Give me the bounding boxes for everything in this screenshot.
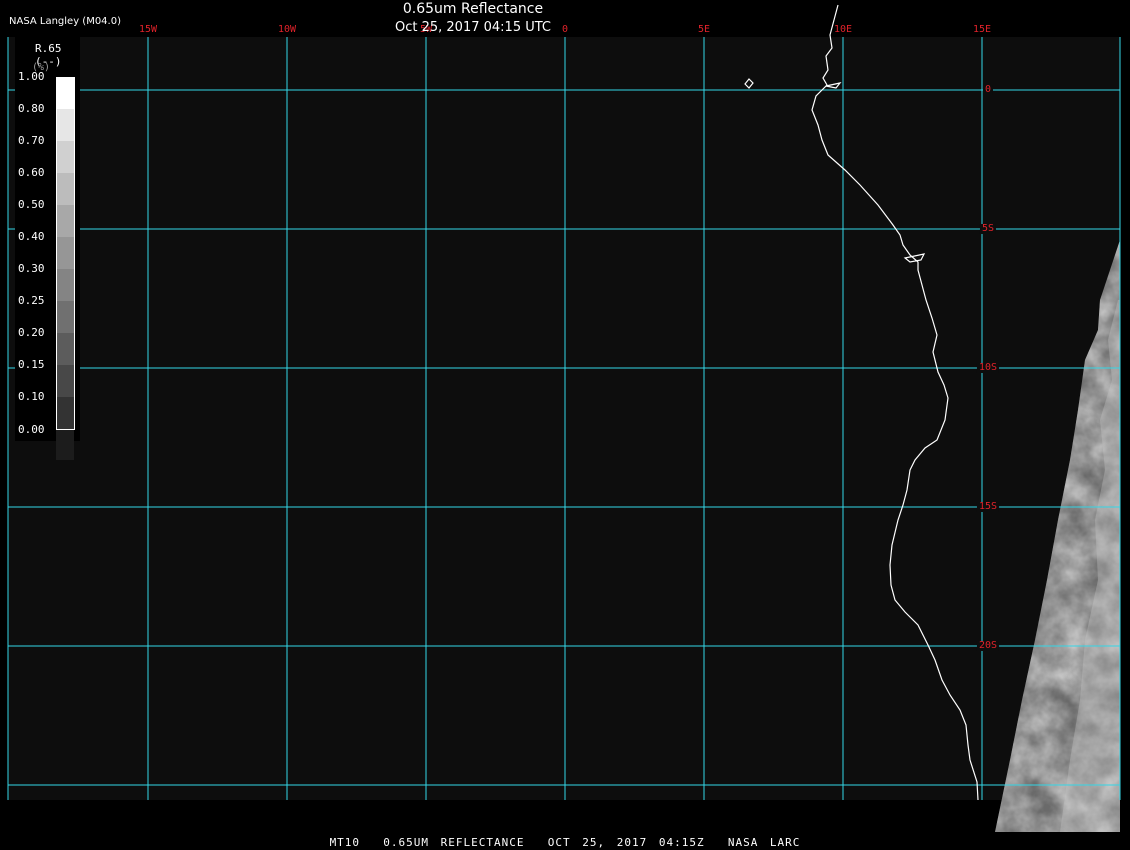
colorbar-swatch — [56, 237, 74, 269]
colorbar-tick-label: 0.70 — [18, 134, 45, 147]
colorbar-swatch — [56, 77, 74, 109]
colorbar-tick-label: 0.25 — [18, 294, 45, 307]
map-background — [8, 37, 1120, 800]
colorbar-swatch — [56, 397, 74, 429]
colorbar-swatch — [56, 333, 74, 365]
colorbar-tick-label: 0.80 — [18, 102, 45, 115]
colorbar-tick-label: 0.50 — [18, 198, 45, 211]
latitude-label: 0 — [982, 84, 994, 95]
colorbar-tick-label: 0.40 — [18, 230, 45, 243]
colorbar-tick-label: 0.30 — [18, 262, 45, 275]
colorbar-legend: R.65 (--) (%) 1.00 0.80 0.70 0.60 0.50 0.40 0.… — [15, 37, 80, 460]
colorbar-tick-label: 0.10 — [18, 390, 45, 403]
colorbar-swatch — [56, 429, 74, 460]
footer-caption: MT10 0.65UM REFLECTANCE OCT 25, 2017 04:… — [329, 836, 801, 849]
colorbar-swatch — [56, 109, 74, 141]
image-title: 0.65um Reflectance — [402, 1, 544, 17]
image-timestamp: Oct 25, 2017 04:15 UTC — [395, 20, 551, 35]
colorbar-tick-label: 0.60 — [18, 166, 45, 179]
colorbar-tick-label: 0.20 — [18, 326, 45, 339]
colorbar-variable: R.65 — [35, 42, 62, 55]
colorbar-swatch — [56, 141, 74, 173]
colorbar-tick-label: 1.00 — [18, 70, 45, 83]
longitude-label: 15E — [972, 24, 992, 35]
colorbar-swatch — [56, 173, 74, 205]
colorbar-swatch — [56, 205, 74, 237]
latitude-label: 10S — [976, 362, 1000, 373]
colorbar-tick-label: 0.00 — [18, 423, 45, 436]
satellite-image-viewer: 15W 10W 5W 0 5E 10E 15E 0 5S 10S 15S 20S NASA Lang… — [0, 0, 1130, 850]
colorbar-swatch — [56, 301, 74, 333]
colorbar-tick-label: 0.15 — [18, 358, 45, 371]
latitude-label: 20S — [976, 640, 1000, 651]
map-panel[interactable] — [0, 0, 1130, 850]
colorbar-swatch — [56, 269, 74, 301]
colorbar-swatch — [56, 365, 74, 397]
latitude-label: 5S — [979, 223, 997, 234]
latitude-label: 15S — [976, 501, 1000, 512]
